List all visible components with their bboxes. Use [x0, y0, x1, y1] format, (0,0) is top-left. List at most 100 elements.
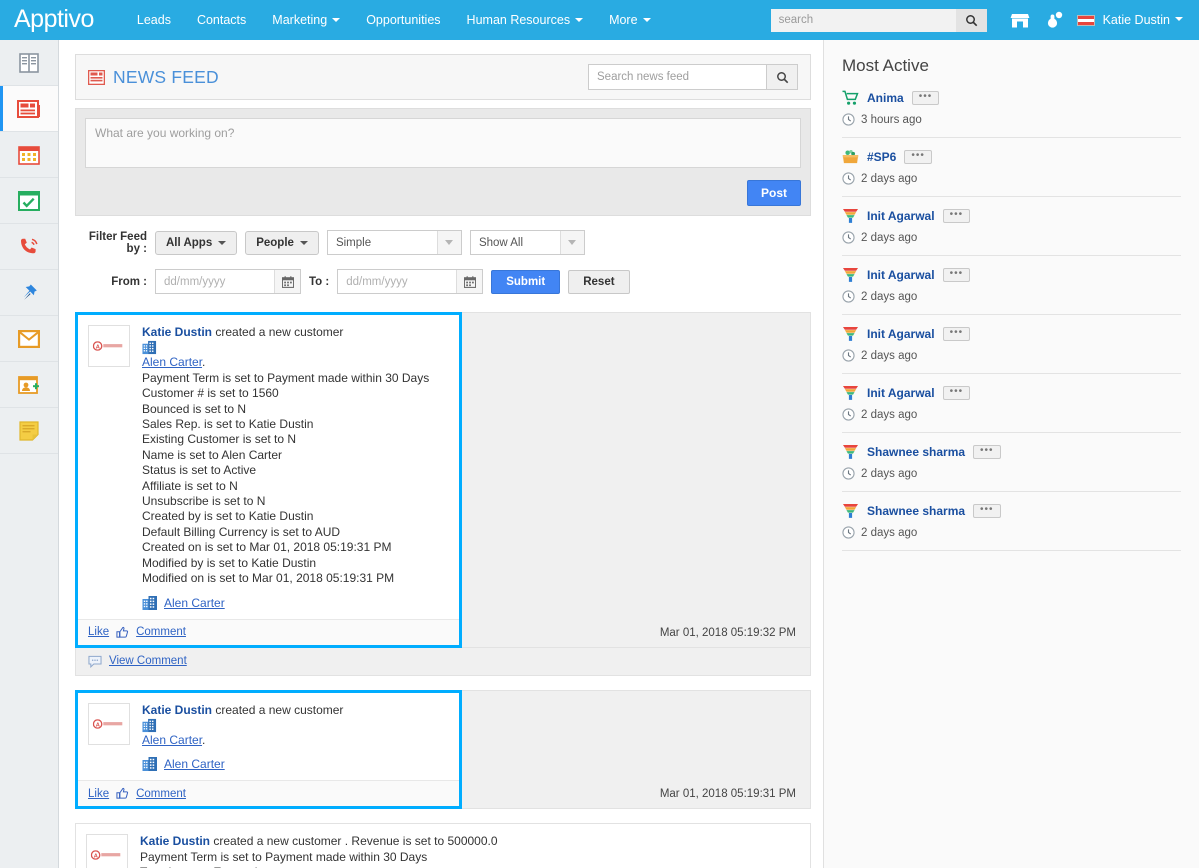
more-options-button[interactable]: ••• — [942, 268, 971, 282]
calendar-grid-icon — [18, 144, 40, 165]
most-active-item-name[interactable]: Init Agarwal — [867, 268, 935, 282]
post-detail-line: Modified by is set to Katie Dustin — [142, 555, 317, 570]
post-entity-link[interactable]: Alen Carter — [164, 757, 225, 771]
cart-icon — [842, 90, 859, 106]
most-active-item-name[interactable]: Init Agarwal — [867, 386, 935, 400]
filter-row-1: Filter Feed by : All Apps People Simple … — [75, 230, 811, 255]
post-entity-link[interactable]: Alen Carter — [142, 355, 202, 369]
post-text: Katie Dustin created a new customer Alen… — [142, 703, 449, 773]
avatar-logo: A — [92, 718, 125, 729]
most-active-item-name[interactable]: Anima — [867, 91, 904, 105]
comment-link[interactable]: Comment — [136, 788, 186, 800]
store-button[interactable] — [1003, 11, 1037, 29]
most-active-title: Most Active — [842, 56, 929, 75]
most-active-item-name[interactable]: #SP6 — [867, 150, 896, 164]
composer-input[interactable] — [85, 118, 801, 168]
view-comment-link[interactable]: View Comment — [109, 655, 187, 667]
most-active-item-header: #SP6 ••• — [842, 149, 1181, 165]
post-timestamp-strip: Mar 01, 2018 05:19:31 PM — [462, 689, 811, 810]
from-label: From : — [111, 275, 147, 288]
filter-row-2: From : dd/mm/yyyy To: dd/mm/yyyy Submit… — [75, 269, 811, 294]
to-date-field — [337, 269, 484, 294]
filter-show-select[interactable]: Show All — [469, 230, 585, 255]
to-date-input[interactable] — [338, 270, 457, 293]
user-menu[interactable]: Katie Dustin — [1076, 13, 1187, 27]
more-options-button[interactable]: ••• — [904, 150, 932, 164]
nav-item-marketing[interactable]: Marketing — [259, 0, 353, 40]
comment-link[interactable]: Comment — [136, 626, 186, 638]
money-box-icon — [842, 149, 859, 165]
funnel-icon — [842, 267, 859, 283]
post-detail-line: Affiliate is set to N — [142, 478, 238, 493]
most-active-item-time-row: 2 days ago — [842, 231, 1181, 244]
rail-item-call-log[interactable] — [0, 224, 58, 270]
post-trailing: . — [202, 355, 206, 370]
clock-icon — [842, 172, 855, 185]
rail-item-pin[interactable] — [0, 270, 58, 316]
post-text: Katie Dustin created a new customer Alen… — [142, 325, 449, 611]
feed-post-highlight: A Katie Dustin created a new customer Ale… — [75, 312, 462, 648]
most-active-item-name[interactable]: Shawnee sharma — [867, 445, 965, 459]
post-entity-row: Alen Carter — [142, 595, 449, 611]
news-feed-search-button[interactable] — [766, 64, 798, 90]
nav-item-contacts[interactable]: Contacts — [184, 0, 259, 40]
more-options-button[interactable]: ••• — [973, 445, 1001, 459]
like-link[interactable]: Like — [88, 626, 109, 638]
rail-item-appointment[interactable] — [0, 362, 58, 408]
news-feed-search-input[interactable] — [588, 64, 766, 90]
most-active-item: Anima ••• 3 hours ago — [842, 90, 1181, 138]
more-options-button[interactable]: ••• — [973, 504, 1001, 518]
filter-people-dropdown[interactable]: People — [245, 230, 319, 255]
from-date-input[interactable] — [156, 270, 274, 293]
nav-item-leads[interactable]: Leads — [124, 0, 184, 40]
chevron-down-icon — [436, 231, 461, 254]
post-entity-link[interactable]: Alen Carter — [164, 596, 225, 610]
nav-item-human-resources[interactable]: Human Resources — [454, 0, 597, 40]
post-headline: Katie Dustin created a new customer Alen… — [142, 703, 449, 749]
nav-item-opportunities[interactable]: Opportunities — [353, 0, 453, 40]
post-action: created a new customer — [215, 702, 344, 717]
news-feed-icon — [88, 69, 105, 85]
filter-label: Filter Feed by : — [88, 230, 147, 255]
rail-item-email[interactable] — [0, 316, 58, 362]
post-entity-link[interactable]: Alen Carter — [142, 733, 202, 747]
page-title: NEWS FEED — [88, 67, 219, 88]
rail-item-notes[interactable] — [0, 408, 58, 454]
rail-item-contacts-book[interactable] — [0, 40, 58, 86]
app-logo[interactable]: Apptivo — [14, 6, 94, 32]
post-button[interactable]: Post — [746, 180, 801, 206]
rail-item-tasks-checklist[interactable] — [0, 178, 58, 224]
reset-button[interactable]: Reset — [568, 269, 630, 294]
most-active-item-time: 2 days ago — [861, 231, 918, 244]
to-label: To : — [309, 275, 330, 288]
calendar-icon[interactable] — [274, 270, 300, 293]
more-options-button[interactable]: ••• — [942, 386, 971, 400]
post-detail-line: Created by is set to Katie Dustin — [142, 509, 314, 524]
like-link[interactable]: Like — [88, 788, 109, 800]
post-timestamp: Mar 01, 2018 05:19:32 PM — [659, 626, 796, 639]
notifications-button[interactable] — [1037, 10, 1071, 30]
global-search-input[interactable] — [770, 8, 956, 32]
more-options-button[interactable]: ••• — [942, 327, 971, 341]
most-active-item-name[interactable]: Shawnee sharma — [867, 504, 965, 518]
filter-apps-dropdown[interactable]: All Apps — [155, 230, 238, 255]
rail-item-calendar-grid[interactable] — [0, 132, 58, 178]
submit-button[interactable]: Submit — [491, 269, 561, 294]
calendar-icon[interactable] — [456, 270, 483, 293]
chevron-down-icon — [218, 240, 227, 245]
contacts-book-icon — [18, 52, 40, 73]
from-date-field — [155, 269, 301, 294]
filter-mode-select[interactable]: Simple — [326, 230, 462, 255]
most-active-item: Shawnee sharma ••• 2 days ago — [842, 444, 1181, 492]
global-search-button[interactable] — [955, 8, 987, 32]
most-active-item-name[interactable]: Init Agarwal — [867, 327, 935, 341]
more-options-button[interactable]: ••• — [911, 91, 940, 105]
rail-item-news-feed[interactable] — [0, 86, 58, 132]
chevron-down-icon — [332, 17, 341, 22]
more-options-button[interactable]: ••• — [942, 209, 971, 223]
chevron-down-icon — [299, 240, 308, 245]
clock-icon — [842, 408, 855, 421]
most-active-item-name[interactable]: Init Agarwal — [867, 209, 935, 223]
news-feed-column: NEWS FEED Post Filter Feed by : — [59, 40, 824, 868]
nav-item-more[interactable]: More — [596, 0, 663, 40]
